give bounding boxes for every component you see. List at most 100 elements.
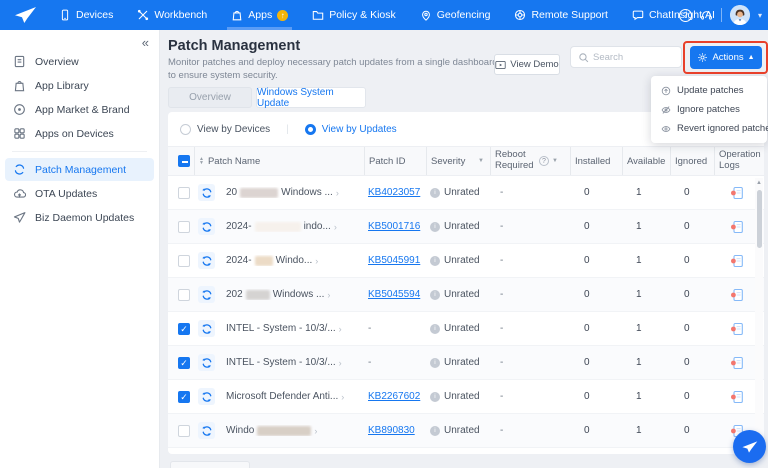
- radio-view-by-updates[interactable]: [305, 124, 316, 135]
- scroll-up-icon[interactable]: ▲: [755, 180, 763, 186]
- nav-item-devices[interactable]: Devices: [47, 0, 125, 30]
- available-cell: 1: [622, 255, 670, 266]
- view-demo-button[interactable]: View Demo: [494, 54, 560, 75]
- available-cell: 1: [622, 221, 670, 232]
- sidebar-item-ota-updates[interactable]: OTA Updates: [5, 182, 154, 205]
- table-row[interactable]: ✓ Microsoft Defender Anti... › KB2267602…: [168, 380, 764, 414]
- severity-text: Unrated: [444, 357, 480, 368]
- view-by-devices-label[interactable]: View by Devices: [197, 124, 270, 135]
- patch-id-link[interactable]: KB5045594: [368, 289, 420, 300]
- severity-text: Unrated: [444, 425, 480, 436]
- row-checkbox[interactable]: [178, 187, 190, 199]
- filter-caret-icon[interactable]: ▼: [552, 158, 558, 164]
- operation-log-icon[interactable]: [730, 220, 744, 234]
- sidebar-divider: [12, 151, 147, 152]
- table-row[interactable]: Windo › KB890830 i Unrated - 0 1 0: [168, 414, 764, 448]
- patch-id-link[interactable]: KB2267602: [368, 391, 420, 402]
- document-icon: [13, 55, 26, 68]
- row-checkbox[interactable]: ✓: [178, 323, 190, 335]
- nav-item-workbench[interactable]: Workbench: [125, 0, 219, 30]
- radio-view-by-devices[interactable]: [180, 124, 191, 135]
- operation-log-icon[interactable]: [730, 390, 744, 404]
- patch-id-link[interactable]: KB5001716: [368, 221, 420, 232]
- sidebar-item-biz-daemon-updates[interactable]: Biz Daemon Updates: [5, 206, 154, 229]
- menu-item-update-patches[interactable]: Update patches: [651, 81, 767, 100]
- reboot-required-cell: -: [490, 289, 570, 300]
- menu-item-revert-ignored-patches[interactable]: Revert ignored patches: [651, 119, 767, 138]
- avatar[interactable]: [730, 5, 750, 25]
- patch-id-cell: KB5001716: [364, 221, 426, 232]
- chevron-right-icon: ›: [339, 358, 342, 368]
- sidebar-item-app-market-brand[interactable]: App Market & Brand: [5, 98, 154, 121]
- row-checkbox[interactable]: [178, 221, 190, 233]
- tab-overview[interactable]: Overview: [168, 87, 252, 108]
- table-row[interactable]: 2024- Windo... › KB5045991 i Unrated - 0…: [168, 244, 764, 278]
- tab-windows-system-update[interactable]: Windows System Update: [256, 87, 366, 108]
- severity-cell: i Unrated: [426, 323, 490, 334]
- refresh-icon: [198, 184, 215, 201]
- table-body: 20 Windows ... › KB4023057 i Unrated - 0…: [168, 176, 764, 448]
- row-checkbox[interactable]: [178, 425, 190, 437]
- scrollbar[interactable]: ▲: [755, 178, 763, 450]
- ignored-cell: 0: [670, 425, 714, 436]
- chevron-down-icon[interactable]: ▾: [758, 11, 762, 20]
- row-checkbox[interactable]: [178, 255, 190, 267]
- patch-name-cell: Microsoft Defender Anti... ›: [222, 391, 364, 402]
- row-refresh-cell: [194, 252, 222, 269]
- sort-icon[interactable]: ▲▼: [199, 157, 204, 166]
- table-row[interactable]: 2024- indo... › KB5001716 i Unrated - 0 …: [168, 210, 764, 244]
- table-row[interactable]: ✓ INTEL - System - 10/3/... › - i Unrate…: [168, 346, 764, 380]
- severity-cell: i Unrated: [426, 391, 490, 402]
- select-all-checkbox[interactable]: [178, 155, 190, 167]
- col-installed: Installed: [570, 147, 622, 175]
- filter-caret-icon[interactable]: ▼: [478, 158, 484, 164]
- actions-button[interactable]: Actions ▲: [690, 46, 762, 69]
- sidebar-item-overview[interactable]: Overview: [5, 50, 154, 73]
- sidebar-item-apps-on-devices[interactable]: Apps on Devices: [5, 122, 154, 145]
- sidebar-collapse-icon[interactable]: «: [142, 35, 149, 50]
- severity-unrated-icon: i: [430, 358, 440, 368]
- severity-text: Unrated: [444, 323, 480, 334]
- table-row[interactable]: 20 Windows ... › KB4023057 i Unrated - 0…: [168, 176, 764, 210]
- operation-log-icon[interactable]: [730, 254, 744, 268]
- ignored-cell: 0: [670, 255, 714, 266]
- patch-id-link[interactable]: KB5045991: [368, 255, 420, 266]
- installed-cell: 0: [570, 221, 622, 232]
- operation-log-icon[interactable]: [730, 322, 744, 336]
- row-refresh-cell: [194, 184, 222, 201]
- search-input[interactable]: [593, 52, 673, 63]
- nav-item-policy-kiosk[interactable]: Policy & Kiosk: [300, 0, 408, 30]
- available-cell: 1: [622, 357, 670, 368]
- question-circle-icon[interactable]: ?: [539, 156, 549, 166]
- menu-item-ignore-patches[interactable]: Ignore patches: [651, 100, 767, 119]
- brand-logo-icon[interactable]: [13, 6, 37, 24]
- row-checkbox[interactable]: ✓: [178, 357, 190, 369]
- operation-log-icon[interactable]: [730, 356, 744, 370]
- operation-log-icon[interactable]: [730, 288, 744, 302]
- scrollbar-thumb[interactable]: [757, 190, 762, 248]
- help-icon[interactable]: ?: [679, 9, 692, 22]
- patch-id-link[interactable]: KB4023057: [368, 187, 420, 198]
- row-checkbox[interactable]: [178, 289, 190, 301]
- nav-item-apps[interactable]: Apps ↑: [219, 0, 300, 30]
- severity-text: Unrated: [444, 255, 480, 266]
- patch-name-cell: 2024- Windo... ›: [222, 255, 364, 266]
- table-row[interactable]: ✓ INTEL - System - 10/3/... › - i Unrate…: [168, 312, 764, 346]
- floating-brand-button[interactable]: [733, 430, 766, 463]
- nav-item-remote-support[interactable]: Remote Support: [502, 0, 619, 30]
- patch-id-link[interactable]: KB890830: [368, 425, 415, 436]
- operation-log-icon[interactable]: [730, 186, 744, 200]
- support-headset-icon[interactable]: [700, 9, 713, 22]
- row-checkbox-cell: ✓: [168, 357, 194, 369]
- row-checkbox[interactable]: ✓: [178, 391, 190, 403]
- divider: |: [286, 124, 289, 135]
- col-patch-name[interactable]: ▲▼ Patch Name: [194, 147, 364, 175]
- sidebar-item-app-library[interactable]: App Library: [5, 74, 154, 97]
- row-checkbox-cell: [168, 221, 194, 233]
- view-by-updates-label[interactable]: View by Updates: [322, 124, 397, 135]
- table-row[interactable]: 202 Windows ... › KB5045594 i Unrated - …: [168, 278, 764, 312]
- nav-item-geofencing[interactable]: Geofencing: [408, 0, 503, 30]
- ignored-cell: 0: [670, 323, 714, 334]
- sidebar-item-patch-management[interactable]: Patch Management: [5, 158, 154, 181]
- cutoff-button[interactable]: [170, 461, 250, 468]
